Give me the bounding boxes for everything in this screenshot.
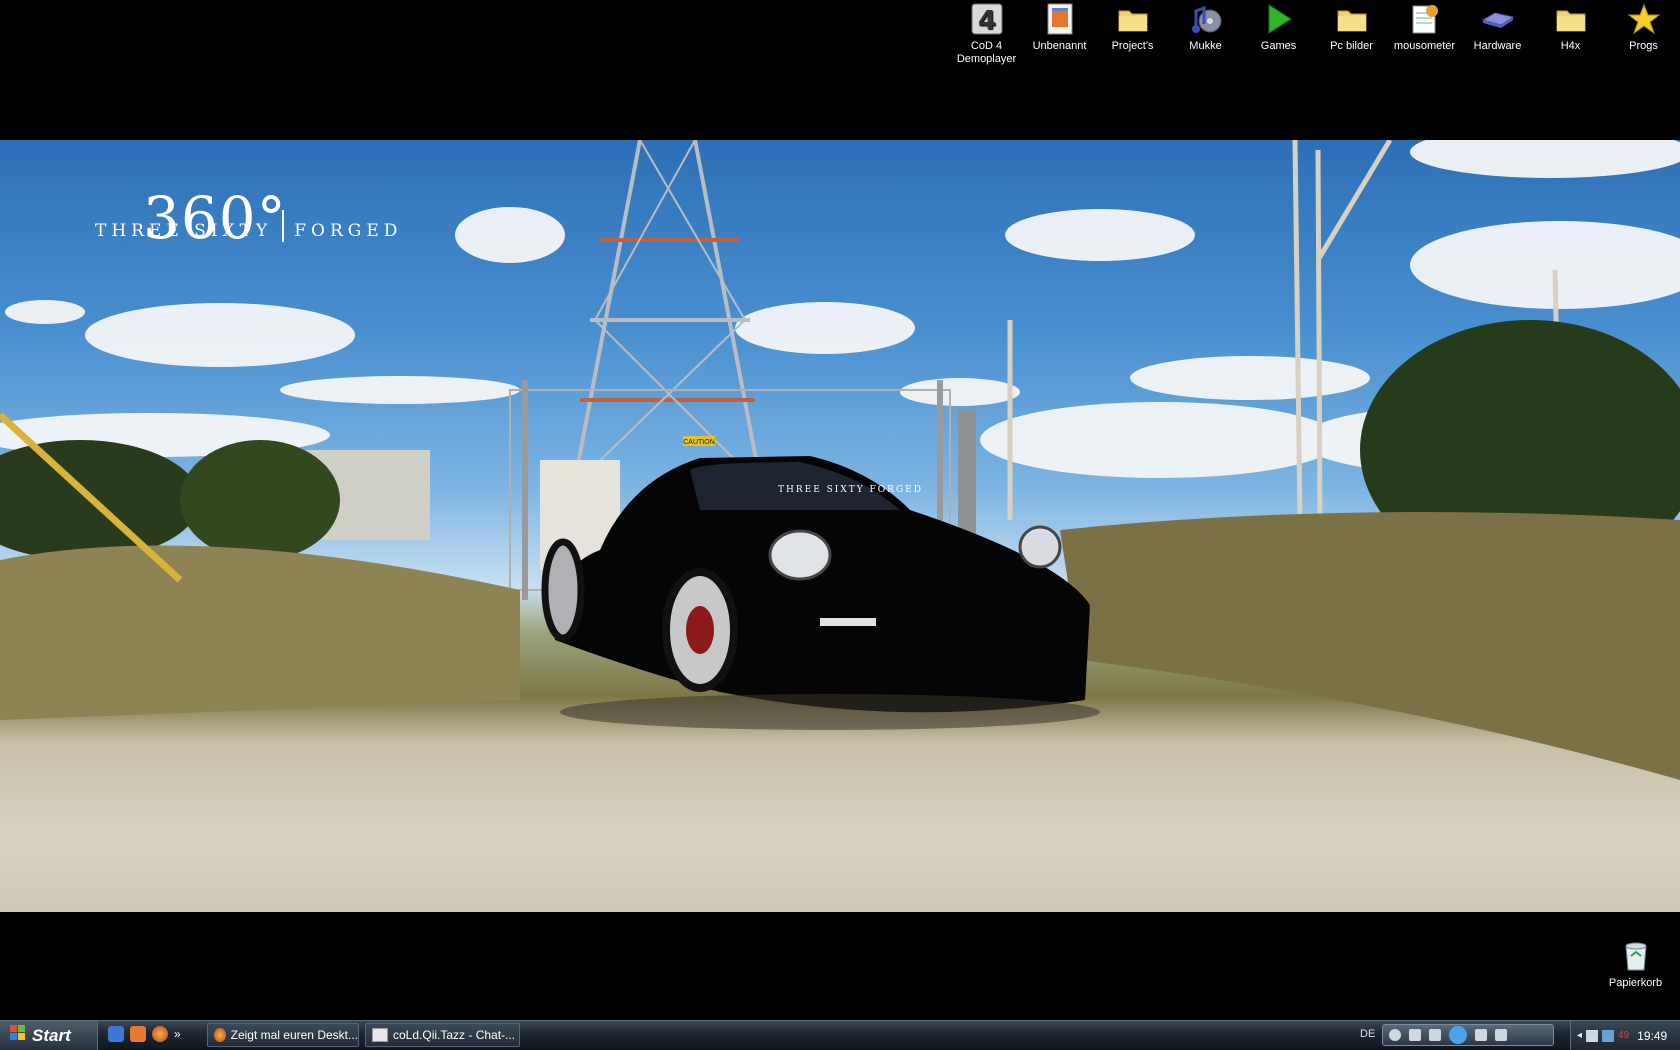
play-icon (1262, 2, 1296, 36)
quick-launch: » (108, 1026, 181, 1042)
desktop-icon-h4x[interactable]: H4x (1534, 0, 1607, 66)
music-icon (1189, 2, 1223, 36)
firefox-icon (214, 1028, 226, 1042)
taskbar-button-firefox[interactable]: Zeigt mal euren Deskt... (207, 1023, 359, 1047)
ie-icon[interactable] (108, 1026, 124, 1042)
play-icon[interactable] (1449, 1026, 1467, 1044)
system-tray: ◂ 49 19:49 (1570, 1021, 1680, 1050)
start-label: Start (32, 1025, 71, 1045)
cod4-icon: 4 (970, 2, 1004, 36)
notepad-icon (1408, 2, 1442, 36)
document-icon (1043, 2, 1077, 36)
chat-window-icon (372, 1028, 388, 1042)
clock[interactable]: 19:49 (1637, 1029, 1667, 1043)
media-circle-icon[interactable] (1389, 1029, 1401, 1041)
network-icon[interactable] (1586, 1029, 1599, 1042)
wallpaper-scene: CAUTION THREE SIXTY FORGED (0, 140, 1680, 780)
desktop-icon-projects[interactable]: Project's (1096, 0, 1169, 66)
next-icon[interactable] (1475, 1029, 1487, 1041)
language-indicator[interactable]: DE (1360, 1028, 1375, 1040)
quick-launch-overflow[interactable]: » (174, 1027, 181, 1041)
desktop-icon-label: CoD 4 Demoplayer (956, 40, 1017, 65)
windows-logo-icon (10, 1025, 26, 1046)
hardware-icon (1481, 2, 1515, 36)
task-label: coLd.Qii.Tazz - Chat-... (393, 1028, 516, 1042)
desktop-icon-label: Mukke (1189, 40, 1222, 52)
desktop-icon-unbenannt[interactable]: Unbenannt (1023, 0, 1096, 66)
recycle-bin-icon (1619, 939, 1653, 973)
desktop-icon-label: Project's (1111, 40, 1154, 52)
star-icon (1627, 2, 1661, 36)
caution-sign-text: CAUTION (683, 439, 715, 446)
desktop-wallpaper: CAUTION THREE SIXTY FORGED THREE SIXTY 3… (0, 140, 1680, 912)
desktop-icon-label: Progs (1629, 40, 1658, 52)
taskbar: Start » Zeigt mal euren Deskt... coLd.Qi… (0, 1020, 1680, 1050)
desktop-icon-cod4-demoplayer[interactable]: 4 CoD 4 Demoplayer (950, 0, 1023, 66)
desktop-icon-mousometer[interactable]: mousometer (1388, 0, 1461, 66)
desktop-icon-label: Pc bilder (1330, 40, 1373, 52)
media-player-toolbar (1382, 1024, 1554, 1046)
logo-number: 360° (143, 184, 287, 252)
logo-right-text: FORGED (294, 221, 403, 241)
desktop-icon-label: Hardware (1473, 40, 1522, 52)
start-button[interactable]: Start (0, 1021, 98, 1050)
folder-icon (1335, 2, 1369, 36)
windshield-banner: THREE SIXTY FORGED (778, 485, 923, 495)
previous-icon[interactable] (1429, 1029, 1441, 1041)
app-icon[interactable] (130, 1026, 146, 1042)
desktop-icon-grid: 4 CoD 4 Demoplayer Unbenannt Project's M… (950, 0, 1680, 66)
desktop-icon-progs[interactable]: Progs (1607, 0, 1680, 66)
desktop-icon-pc-bilder[interactable]: Pc bilder (1315, 0, 1388, 66)
folder-icon (1116, 2, 1150, 36)
taskbar-button-chat[interactable]: coLd.Qii.Tazz - Chat-... (365, 1023, 520, 1047)
tray-number[interactable]: 49 (1618, 1030, 1629, 1041)
wallpaper-logo: THREE SIXTY 360° FORGED (95, 184, 403, 252)
folder-icon (1554, 2, 1588, 36)
desktop-icon-recycle-bin[interactable]: Papierkorb (1599, 937, 1672, 990)
desktop-icon-label: mousometer (1393, 40, 1456, 52)
task-label: Zeigt mal euren Deskt... (230, 1028, 358, 1042)
tray-arrow-icon[interactable]: ◂ (1577, 1030, 1582, 1041)
display-icon[interactable] (1602, 1029, 1615, 1042)
volume-icon[interactable] (1495, 1029, 1507, 1041)
stop-icon[interactable] (1409, 1029, 1421, 1041)
desktop-icon-label: H4x (1560, 40, 1581, 52)
svg-text:4: 4 (977, 6, 995, 35)
desktop-icon-label: Papierkorb (1608, 977, 1663, 989)
desktop-icon-label: Games (1260, 40, 1297, 52)
desktop-icon-mukke[interactable]: Mukke (1169, 0, 1242, 66)
desktop-icon-label: Unbenannt (1032, 40, 1087, 52)
desktop-icon-hardware[interactable]: Hardware (1461, 0, 1534, 66)
desktop-icon-games[interactable]: Games (1242, 0, 1315, 66)
firefox-icon[interactable] (152, 1026, 168, 1042)
